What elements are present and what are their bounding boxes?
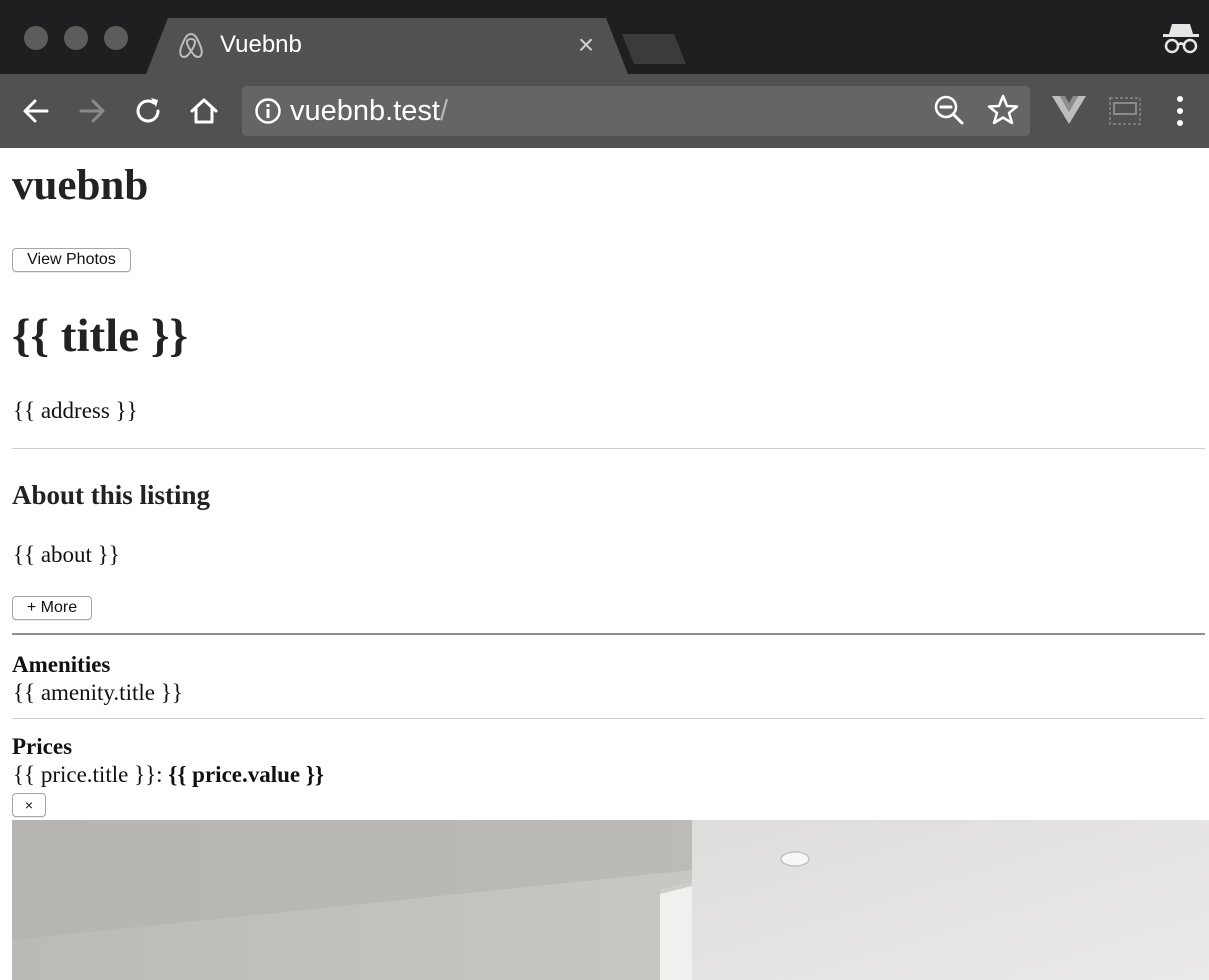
divider — [12, 448, 1205, 449]
forward-arrow-icon[interactable] — [75, 94, 109, 128]
url-path: / — [439, 95, 449, 127]
window-close-button[interactable] — [24, 26, 48, 50]
tab-title: Vuebnb — [220, 31, 302, 58]
more-button[interactable]: + More — [12, 596, 92, 620]
about-text: {{ about }} — [13, 542, 120, 567]
prices-heading: Prices — [12, 734, 73, 759]
tab-close-icon[interactable]: × — [574, 30, 598, 60]
info-icon[interactable] — [254, 97, 282, 125]
extension-icon[interactable] — [1108, 96, 1142, 131]
about-heading: About this listing — [12, 480, 211, 510]
window-minimize-button[interactable] — [64, 26, 88, 50]
reload-icon[interactable] — [131, 94, 165, 128]
incognito-icon — [1160, 20, 1202, 56]
price-item: {{ price.title }}: {{ price.value }} — [13, 761, 324, 789]
vue-devtools-icon[interactable] — [1052, 96, 1086, 129]
listing-address: {{ address }} — [13, 398, 138, 423]
close-modal-button[interactable]: × — [12, 793, 46, 817]
amenities-heading: Amenities — [12, 652, 111, 677]
price-title: {{ price.title }}: — [13, 762, 163, 787]
url-host: vuebnb.test — [290, 95, 440, 127]
price-value: {{ price.value }} — [168, 762, 324, 787]
star-bookmark-icon[interactable] — [986, 93, 1020, 132]
menu-kebab-icon[interactable] — [1170, 94, 1190, 133]
divider — [12, 633, 1205, 635]
back-arrow-icon[interactable] — [19, 94, 53, 128]
url-text[interactable]: vuebnb.test/ — [290, 94, 448, 128]
listing-photo — [12, 820, 1209, 980]
listing-title: {{ title }} — [12, 310, 188, 362]
amenity-item: {{ amenity.title }} — [13, 680, 183, 705]
site-title: vuebnb — [12, 162, 149, 209]
airbnb-favicon-icon — [176, 30, 206, 62]
divider — [12, 718, 1205, 719]
browser-tab[interactable] — [146, 18, 628, 74]
home-icon[interactable] — [187, 94, 221, 128]
view-photos-button[interactable]: View Photos — [12, 248, 131, 272]
zoom-out-icon[interactable] — [933, 94, 965, 131]
window-zoom-button[interactable] — [104, 26, 128, 50]
